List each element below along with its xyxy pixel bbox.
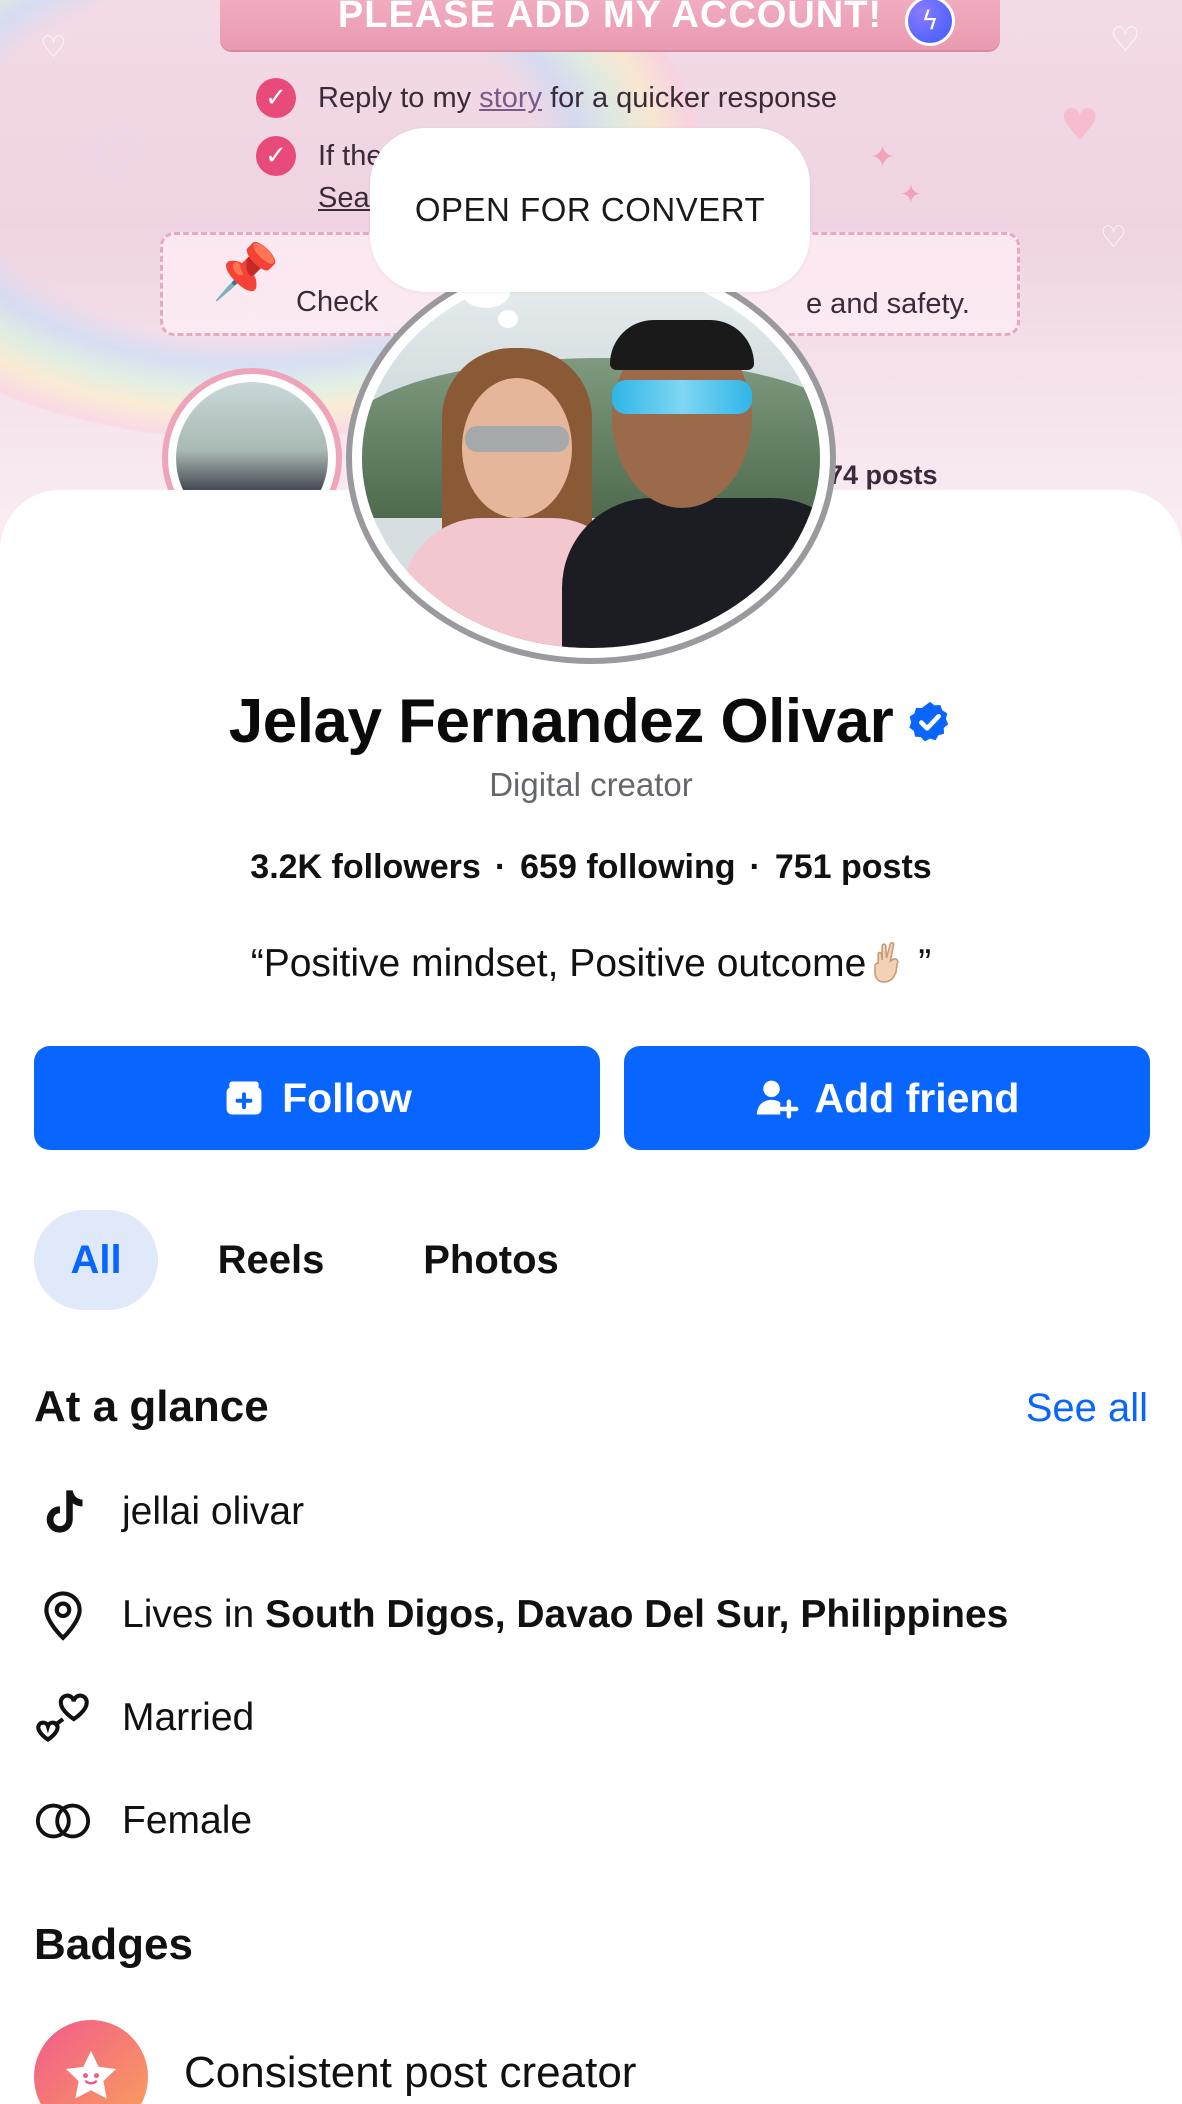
profile-name: Jelay Fernandez Olivar xyxy=(228,687,894,756)
follow-button[interactable]: Follow xyxy=(34,1046,600,1150)
location-pin-icon xyxy=(34,1586,92,1644)
info-row-gender: Female xyxy=(34,1789,252,1853)
heart-sparkle-icon: ♡ xyxy=(40,30,67,65)
heart-sparkle-icon: ♡ xyxy=(90,120,142,188)
at-a-glance-title: At a glance xyxy=(34,1382,269,1431)
followers-count[interactable]: 3.2K followers xyxy=(250,848,481,886)
posts-count[interactable]: 751 posts xyxy=(775,848,932,886)
profile-name-row: Jelay Fernandez Olivar xyxy=(0,686,1182,757)
pushpin-icon: 📌 xyxy=(212,240,280,303)
badge-label: Consistent post creator xyxy=(184,2048,637,2097)
info-row-location: Lives in South Digos, Davao Del Sur, Phi… xyxy=(34,1583,1008,1647)
profile-stats: 3.2K followers · 659 following · 751 posts xyxy=(250,848,932,886)
profile-bio: “Positive mindset, Positive outcome ” xyxy=(250,942,932,985)
profile-avatar[interactable] xyxy=(352,258,830,658)
heart-sparkle-icon: ♡ xyxy=(1100,220,1127,255)
verified-badge-icon xyxy=(909,701,949,741)
star-sparkle-icon: ✦ xyxy=(870,140,896,175)
info-row-relationship: Married xyxy=(34,1686,254,1750)
cover-ribbon: PLEASE ADD MY ACCOUNT! xyxy=(220,0,1000,50)
cover-line-1: Reply to my story for a quicker response xyxy=(318,82,838,114)
cover-posts-count: 74 posts xyxy=(828,460,938,490)
tab-all[interactable]: All xyxy=(34,1210,158,1310)
tiktok-username: jellai olivar xyxy=(122,1490,305,1533)
star-sparkle-icon: ✦ xyxy=(900,180,922,210)
gender-icon xyxy=(34,1792,92,1850)
add-friend-button[interactable]: Add friend xyxy=(624,1046,1150,1150)
info-row-tiktok[interactable]: jellai olivar xyxy=(34,1480,304,1544)
badges-title: Badges xyxy=(34,1920,193,1969)
add-friend-icon xyxy=(756,1080,798,1119)
tiktok-icon xyxy=(34,1483,92,1541)
follow-button-label: Follow xyxy=(282,1074,412,1121)
note-bubble-tail-dot xyxy=(498,310,518,328)
checkmark-icon: ✓ xyxy=(256,136,296,176)
profile-note-bubble[interactable]: OPEN FOR CONVERT xyxy=(370,128,810,292)
follow-icon xyxy=(226,1081,262,1115)
hearts-icon xyxy=(34,1689,92,1747)
gender-text: Female xyxy=(122,1799,253,1842)
cover-note-right: e and safety. xyxy=(806,288,970,320)
following-count[interactable]: 659 following xyxy=(520,848,735,886)
heart-sparkle-icon: ♡ xyxy=(1110,20,1141,60)
crossed-fingers-emoji-icon xyxy=(874,942,899,983)
relationship-text: Married xyxy=(122,1696,255,1739)
checkmark-icon: ✓ xyxy=(256,78,296,118)
see-all-link[interactable]: See all xyxy=(1026,1386,1148,1431)
location-text: Lives in South Digos, Davao Del Sur, Phi… xyxy=(122,1593,1009,1636)
tab-reels[interactable]: Reels xyxy=(196,1210,346,1310)
add-friend-button-label: Add friend xyxy=(814,1074,1020,1121)
heart-sparkle-icon: ♥ xyxy=(1060,100,1100,151)
profile-category: Digital creator xyxy=(489,766,693,803)
tab-photos[interactable]: Photos xyxy=(398,1210,584,1310)
